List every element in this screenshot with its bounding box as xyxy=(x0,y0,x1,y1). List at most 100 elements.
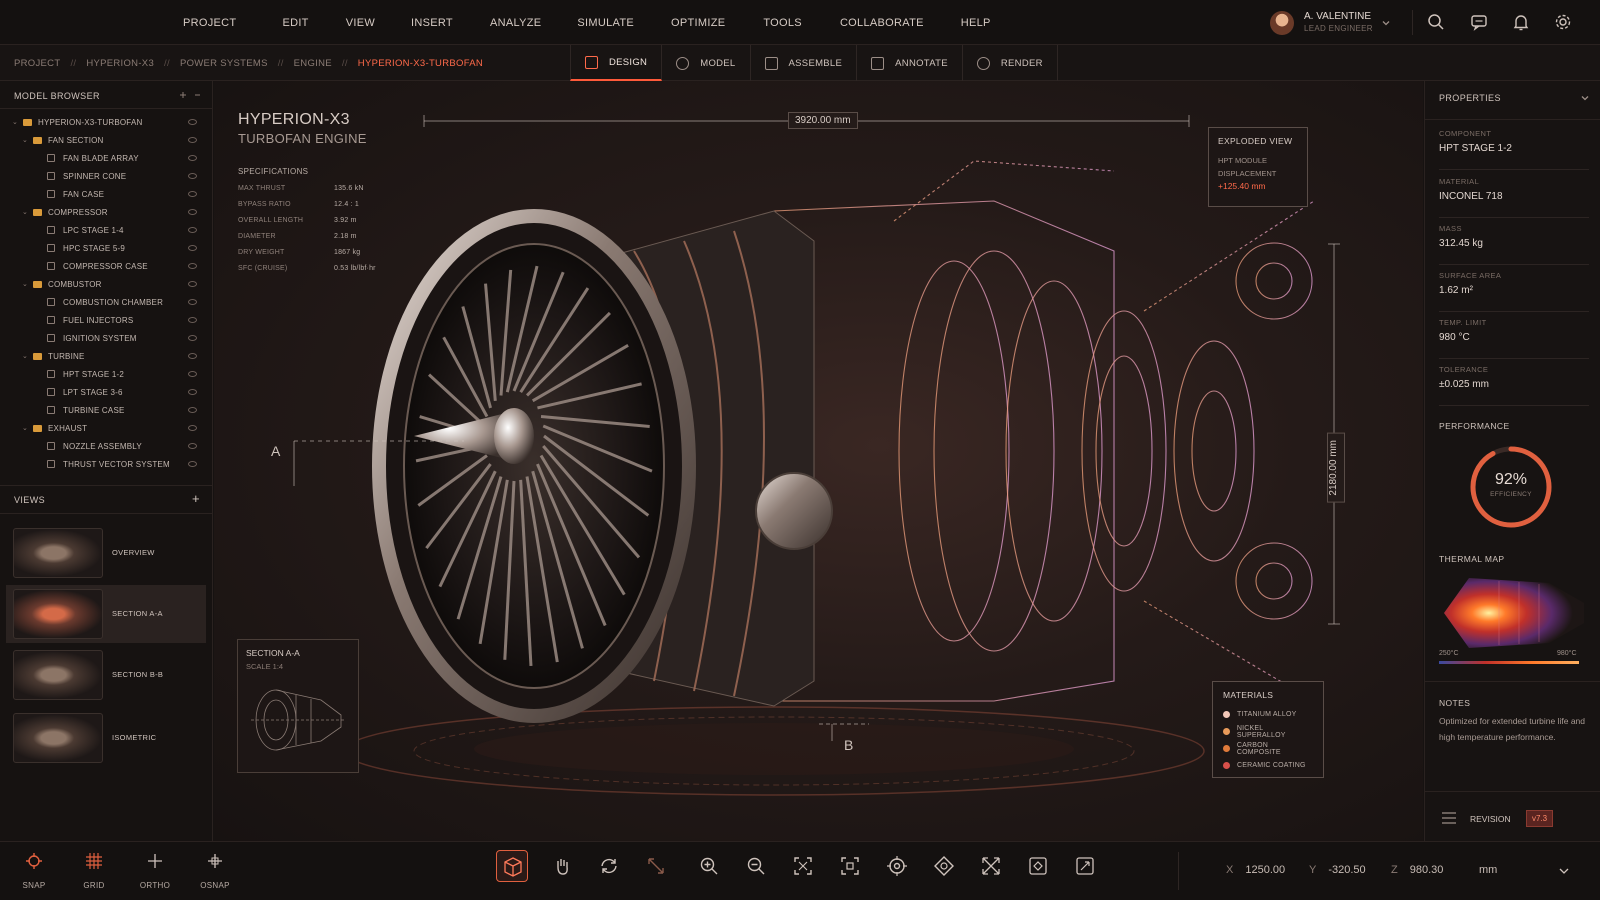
tree-item[interactable]: FUEL INJECTORS xyxy=(0,311,213,329)
visibility-eye-icon[interactable] xyxy=(188,245,197,251)
3d-viewport[interactable]: HYPERION-X3 TURBOFAN ENGINE SPECIFICATIO… xyxy=(214,81,1423,841)
view-cube-button[interactable] xyxy=(496,850,528,882)
chevron-down-icon[interactable]: ⌄ xyxy=(22,424,30,432)
tree-item[interactable]: ⌄ TURBINE xyxy=(0,347,213,365)
zoom-extents-icon[interactable] xyxy=(792,855,814,877)
add-view-button[interactable]: + xyxy=(192,491,200,506)
menu-help[interactable]: HELP xyxy=(961,17,991,29)
chevron-down-icon[interactable]: ⌄ xyxy=(22,280,30,288)
frame-selection-icon[interactable] xyxy=(839,855,861,877)
menu-edit[interactable]: EDIT xyxy=(282,17,308,29)
tab-design[interactable]: DESIGN xyxy=(570,45,663,81)
visibility-eye-icon[interactable] xyxy=(188,299,197,305)
visibility-eye-icon[interactable] xyxy=(188,191,197,197)
pan-icon[interactable] xyxy=(551,855,573,877)
tab-annotate[interactable]: ANNOTATE xyxy=(857,45,963,81)
zoom-window-icon[interactable] xyxy=(745,855,767,877)
chevron-down-icon[interactable] xyxy=(1580,93,1590,103)
visibility-eye-icon[interactable] xyxy=(188,353,197,359)
unit-selector[interactable]: mm xyxy=(1479,864,1497,876)
menu-tools[interactable]: TOOLS xyxy=(763,17,802,29)
zoom-in-icon[interactable] xyxy=(698,855,720,877)
visibility-eye-icon[interactable] xyxy=(188,173,197,179)
tree-item[interactable]: LPT STAGE 3-6 xyxy=(0,383,213,401)
chevron-down-icon[interactable]: ⌄ xyxy=(22,136,30,144)
breadcrumb-item[interactable]: ENGINE xyxy=(294,58,332,69)
tree-item[interactable]: COMBUSTION CHAMBER xyxy=(0,293,213,311)
visibility-eye-icon[interactable] xyxy=(188,461,197,467)
tree-item[interactable]: COMPRESSOR CASE xyxy=(0,257,213,275)
visibility-eye-icon[interactable] xyxy=(188,209,197,215)
visibility-eye-icon[interactable] xyxy=(188,425,197,431)
tree-item[interactable]: HPT STAGE 1-2 xyxy=(0,365,213,383)
grid-button[interactable]: GRID xyxy=(74,852,114,890)
tree-item[interactable]: ⌄ FAN SECTION xyxy=(0,131,213,149)
tree-item[interactable]: FAN CASE xyxy=(0,185,213,203)
chevron-down-icon[interactable]: ⌄ xyxy=(12,118,20,126)
visibility-eye-icon[interactable] xyxy=(188,137,197,143)
tree-item[interactable]: HPC STAGE 5-9 xyxy=(0,239,213,257)
section-view-inset[interactable]: SECTION A-A SCALE 1:4 xyxy=(237,639,359,773)
chat-icon[interactable] xyxy=(1469,12,1489,32)
snapshot-icon[interactable] xyxy=(1074,855,1096,877)
breadcrumb-item[interactable]: HYPERION-X3 xyxy=(86,58,154,69)
menu-project[interactable]: PROJECT xyxy=(183,17,236,29)
view-isometric[interactable]: ISOMETRIC xyxy=(6,709,206,767)
tab-assemble[interactable]: ASSEMBLE xyxy=(751,45,858,81)
tree-item[interactable]: LPC STAGE 1-4 xyxy=(0,221,213,239)
tree-item[interactable]: NOZZLE ASSEMBLY xyxy=(0,437,213,455)
breadcrumb-current[interactable]: HYPERION-X3-TURBOFAN xyxy=(358,58,483,69)
osnap-button[interactable]: OSNAP xyxy=(195,852,235,890)
menu-simulate[interactable]: SIMULATE xyxy=(577,17,634,29)
snap-button[interactable]: SNAP xyxy=(14,852,54,890)
menu-analyze[interactable]: ANALYZE xyxy=(490,17,541,29)
ortho-button[interactable]: ORTHO xyxy=(135,852,175,890)
user-menu[interactable]: A. VALENTINE LEAD ENGINEER xyxy=(1270,8,1391,38)
tree-item[interactable]: ⌄ COMPRESSOR xyxy=(0,203,213,221)
breadcrumb-item[interactable]: POWER SYSTEMS xyxy=(180,58,268,69)
tree-item[interactable]: SPINNER CONE xyxy=(0,167,213,185)
tree-item[interactable]: ⌄ COMBUSTOR xyxy=(0,275,213,293)
menu-collaborate[interactable]: COLLABORATE xyxy=(840,17,924,29)
menu-view[interactable]: VIEW xyxy=(346,17,375,29)
tree-item[interactable]: ⌄ HYPERION-X3-TURBOFAN xyxy=(0,113,213,131)
visibility-eye-icon[interactable] xyxy=(188,227,197,233)
visibility-eye-icon[interactable] xyxy=(188,407,197,413)
visibility-eye-icon[interactable] xyxy=(188,389,197,395)
view-section-b-b[interactable]: SECTION B-B xyxy=(6,646,206,704)
breadcrumb-item[interactable]: PROJECT xyxy=(14,58,60,69)
gear-icon[interactable] xyxy=(1553,12,1573,32)
visibility-eye-icon[interactable] xyxy=(188,317,197,323)
tree-item[interactable]: ⌄ EXHAUST xyxy=(0,419,213,437)
tab-model[interactable]: MODEL xyxy=(662,45,751,81)
target-icon[interactable] xyxy=(886,855,908,877)
tree-item[interactable]: FAN BLADE ARRAY xyxy=(0,149,213,167)
expand-icon[interactable] xyxy=(980,855,1002,877)
tree-item[interactable]: IGNITION SYSTEM xyxy=(0,329,213,347)
menu-optimize[interactable]: OPTIMIZE xyxy=(671,17,725,29)
bell-icon[interactable] xyxy=(1511,12,1531,32)
section-plane-icon[interactable] xyxy=(933,855,955,877)
fit-diagonal-icon[interactable] xyxy=(645,855,667,877)
visibility-eye-icon[interactable] xyxy=(188,155,197,161)
revision-badge[interactable]: v7.3 xyxy=(1526,810,1554,827)
chevron-down-icon[interactable]: ⌄ xyxy=(22,208,30,216)
visibility-eye-icon[interactable] xyxy=(188,263,197,269)
search-icon[interactable] xyxy=(1426,12,1446,32)
panel-options-icon[interactable] xyxy=(178,90,204,100)
view-overview[interactable]: OVERVIEW xyxy=(6,524,206,582)
tree-item[interactable]: TURBINE CASE xyxy=(0,401,213,419)
visibility-eye-icon[interactable] xyxy=(188,443,197,449)
view-section-a-a[interactable]: SECTION A-A xyxy=(6,585,206,643)
menu-insert[interactable]: INSERT xyxy=(411,17,453,29)
orbit-icon[interactable] xyxy=(598,855,620,877)
visibility-eye-icon[interactable] xyxy=(188,119,197,125)
measure-icon[interactable] xyxy=(1027,855,1049,877)
visibility-eye-icon[interactable] xyxy=(188,371,197,377)
visibility-eye-icon[interactable] xyxy=(188,335,197,341)
visibility-eye-icon[interactable] xyxy=(188,281,197,287)
tab-render[interactable]: RENDER xyxy=(963,45,1058,81)
chevron-down-icon[interactable] xyxy=(1558,866,1570,876)
chevron-down-icon[interactable]: ⌄ xyxy=(22,352,30,360)
tree-item[interactable]: THRUST VECTOR SYSTEM xyxy=(0,455,213,473)
